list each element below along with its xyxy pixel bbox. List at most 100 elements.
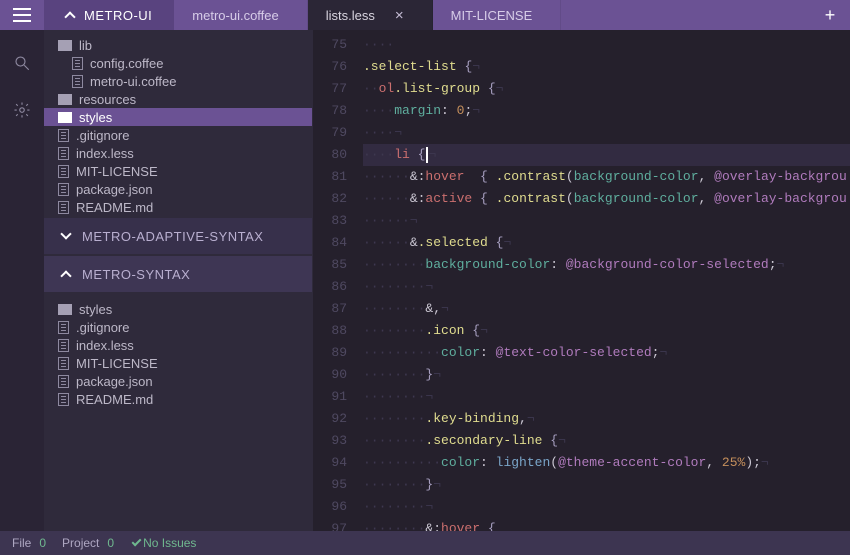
code-line[interactable]: ···· <box>363 34 850 56</box>
code-editor[interactable]: 7576777879808182838485868788899091929394… <box>312 30 850 531</box>
code-line[interactable]: ········¬ <box>363 276 850 298</box>
file-icon <box>58 129 69 142</box>
project-section-metro-adaptive-syntax[interactable]: METRO-ADAPTIVE-SYNTAX <box>44 218 312 254</box>
project-section-metro-syntax[interactable]: METRO-SYNTAX <box>44 256 312 292</box>
line-number: 86 <box>313 276 347 298</box>
search-icon <box>13 54 31 72</box>
line-number: 80 <box>313 144 347 166</box>
tab-lists-less[interactable]: lists.less× <box>308 0 433 30</box>
line-number: 83 <box>313 210 347 232</box>
file-README-md[interactable]: README.md <box>44 390 312 408</box>
code-line[interactable]: ········.icon {¬ <box>363 320 850 342</box>
line-number: 92 <box>313 408 347 430</box>
tree-item-label: README.md <box>76 200 153 215</box>
tree-item-label: styles <box>79 110 112 125</box>
line-number: 94 <box>313 452 347 474</box>
close-icon[interactable]: × <box>395 7 404 24</box>
code-line[interactable]: ········background-color: @background-co… <box>363 254 850 276</box>
folder-styles[interactable]: styles <box>44 108 312 126</box>
code-line[interactable]: ····¬ <box>363 122 850 144</box>
folder-resources[interactable]: resources <box>44 90 312 108</box>
file-package-json[interactable]: package.json <box>44 372 312 390</box>
line-number: 97 <box>313 518 347 531</box>
new-tab-button[interactable]: + <box>810 0 850 30</box>
search-button[interactable] <box>13 54 31 75</box>
code-line[interactable]: ········.secondary-line {¬ <box>363 430 850 452</box>
file-index-less[interactable]: index.less <box>44 336 312 354</box>
folder-lib[interactable]: lib <box>44 36 312 54</box>
line-number: 95 <box>313 474 347 496</box>
code-line[interactable]: ········.key-binding,¬ <box>363 408 850 430</box>
file--gitignore[interactable]: .gitignore <box>44 318 312 336</box>
tree-item-label: MIT-LICENSE <box>76 356 158 371</box>
section-label: METRO-SYNTAX <box>82 267 190 282</box>
status-file-label[interactable]: File <box>12 536 31 550</box>
tab-label: MIT-LICENSE <box>451 8 533 23</box>
tree-item-label: index.less <box>76 338 134 353</box>
file-icon <box>58 321 69 334</box>
code-line[interactable]: ······&:active { .contrast(background-co… <box>363 188 850 210</box>
code-line[interactable]: .select-list {¬ <box>363 56 850 78</box>
line-number: 90 <box>313 364 347 386</box>
file-README-md[interactable]: README.md <box>44 198 312 216</box>
tree-item-label: MIT-LICENSE <box>76 164 158 179</box>
settings-button[interactable] <box>13 101 31 122</box>
folder-icon <box>58 94 72 105</box>
file--gitignore[interactable]: .gitignore <box>44 126 312 144</box>
line-number: 89 <box>313 342 347 364</box>
file-tree: libconfig.coffee metro-ui.coffeeresources… <box>44 30 312 531</box>
code-line[interactable]: ········&:hover { <box>363 518 850 531</box>
file-package-json[interactable]: package.json <box>44 180 312 198</box>
tab-metro-ui-coffee[interactable]: metro-ui.coffee <box>174 0 307 30</box>
status-project-label[interactable]: Project <box>62 536 99 550</box>
tree-item-label: package.json <box>76 182 153 197</box>
code-line[interactable]: ····margin: 0;¬ <box>363 100 850 122</box>
folder-icon <box>58 112 72 123</box>
code-line[interactable]: ········}¬ <box>363 364 850 386</box>
chevron-up-icon <box>60 270 71 281</box>
gear-icon <box>13 101 31 119</box>
status-file-count: 0 <box>39 536 46 550</box>
tab-MIT-LICENSE[interactable]: MIT-LICENSE <box>433 0 562 30</box>
status-issues[interactable]: No Issues <box>134 536 196 550</box>
code-line[interactable]: ······&.selected {¬ <box>363 232 850 254</box>
line-number: 81 <box>313 166 347 188</box>
code-line[interactable]: ··········color: lighten(@theme-accent-c… <box>363 452 850 474</box>
code-line[interactable]: ········¬ <box>363 386 850 408</box>
line-number: 88 <box>313 320 347 342</box>
code-line[interactable]: ········&,¬ <box>363 298 850 320</box>
status-project-count: 0 <box>107 536 114 550</box>
tab-bar: metro-ui.coffeelists.less× MIT-LICENSE <box>174 0 810 30</box>
folder-styles[interactable]: styles <box>44 300 312 318</box>
project-dropdown[interactable]: METRO-UI <box>44 0 174 30</box>
file-config-coffee[interactable]: config.coffee <box>44 54 312 72</box>
file-metro-ui-coffee[interactable]: metro-ui.coffee <box>44 72 312 90</box>
code-line[interactable]: ········}¬ <box>363 474 850 496</box>
code-area[interactable]: ····.select-list {¬··ol.list-group {¬···… <box>357 30 850 531</box>
file-icon <box>58 201 69 214</box>
chevron-down-icon <box>60 228 71 239</box>
line-number: 84 <box>313 232 347 254</box>
file-icon <box>58 357 69 370</box>
file-MIT-LICENSE[interactable]: MIT-LICENSE <box>44 162 312 180</box>
tree-item-label: metro-ui.coffee <box>90 74 176 89</box>
file-icon <box>58 147 69 160</box>
code-line[interactable]: ····li {¬ <box>363 144 850 166</box>
file-MIT-LICENSE[interactable]: MIT-LICENSE <box>44 354 312 372</box>
line-number: 76 <box>313 56 347 78</box>
menu-button[interactable] <box>0 0 44 30</box>
code-line[interactable]: ··ol.list-group {¬ <box>363 78 850 100</box>
project-name: METRO-UI <box>84 8 152 23</box>
line-number: 87 <box>313 298 347 320</box>
file-icon <box>72 57 83 70</box>
line-number: 85 <box>313 254 347 276</box>
code-line[interactable]: ········¬ <box>363 496 850 518</box>
code-line[interactable]: ······&:hover { .contrast(background-col… <box>363 166 850 188</box>
tree-item-label: package.json <box>76 374 153 389</box>
status-bar: File 0 Project 0 No Issues <box>0 531 850 555</box>
file-index-less[interactable]: index.less <box>44 144 312 162</box>
line-number: 82 <box>313 188 347 210</box>
code-line[interactable]: ··········color: @text-color-selected;¬ <box>363 342 850 364</box>
code-line[interactable]: ······¬ <box>363 210 850 232</box>
title-bar: METRO-UI metro-ui.coffeelists.less× MIT-L… <box>0 0 850 30</box>
